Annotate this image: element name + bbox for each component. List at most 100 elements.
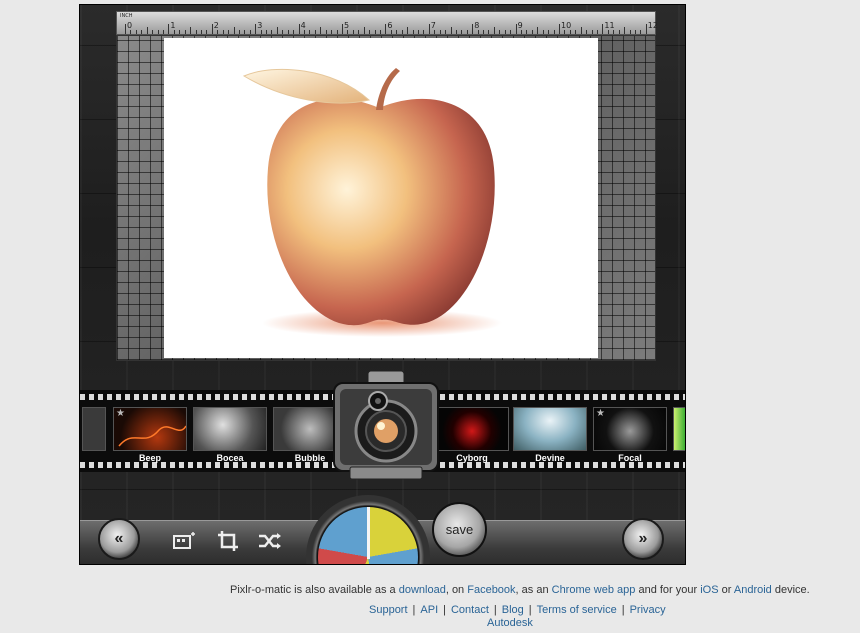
ruler-tick — [195, 30, 197, 34]
autodesk-link[interactable]: Autodesk — [487, 617, 533, 629]
filter-label-bocea: Bocea — [216, 453, 244, 463]
ruler-tick — [336, 30, 338, 34]
ruler-tick — [173, 30, 175, 34]
privacy-link[interactable]: Privacy — [630, 604, 666, 616]
crop-icon[interactable] — [216, 530, 242, 552]
ruler-tick — [217, 30, 219, 34]
filter-label-focal: Focal — [618, 453, 642, 463]
support-link[interactable]: Support — [369, 604, 408, 616]
ruler-tick — [369, 30, 371, 34]
ruler-tick — [347, 30, 349, 34]
shuffle-icon[interactable] — [257, 530, 283, 552]
ruler-tick — [162, 30, 164, 34]
ruler-tick — [385, 24, 387, 34]
ruler-tick — [238, 30, 240, 34]
ruler-tick — [515, 24, 517, 34]
ruler-tick — [331, 30, 333, 34]
ios-link[interactable]: iOS — [700, 584, 718, 596]
ruler-number: 3 — [257, 21, 263, 30]
ruler-tick — [146, 27, 148, 34]
ruler-tick — [266, 30, 268, 34]
ruler-tick — [401, 30, 403, 34]
filter-thumb-bocea[interactable] — [193, 407, 267, 451]
ruler-tick — [618, 30, 620, 34]
dial-needle — [367, 507, 370, 559]
ruler-number: 12 — [647, 21, 658, 30]
separator: | — [493, 604, 497, 616]
ruler-tick — [255, 24, 257, 34]
filter-thumb-cyborg[interactable] — [435, 407, 509, 451]
star-icon: ★ — [596, 408, 605, 419]
filter-label-cyborg: Cyborg — [456, 453, 488, 463]
ruler-tick — [504, 30, 506, 34]
ruler-tick — [412, 30, 414, 34]
frame-icon[interactable] — [171, 530, 197, 552]
ruler-tick — [537, 27, 539, 34]
blog-link[interactable]: Blog — [502, 604, 524, 616]
separator: | — [528, 604, 532, 616]
ruler-tick — [309, 30, 311, 34]
ruler-tick — [434, 30, 436, 34]
ruler-tick — [276, 27, 278, 34]
facebook-link[interactable]: Facebook — [467, 584, 515, 596]
double-chevron-right-icon: » — [638, 530, 648, 547]
ruler-tick — [569, 30, 571, 34]
save-button[interactable]: save — [432, 502, 487, 557]
ruler-tick — [607, 30, 609, 34]
double-chevron-left-icon: « — [114, 530, 124, 547]
availability-text: Pixlr-o-matic is also available as a dow… — [230, 584, 810, 596]
ruler-number: 7 — [430, 21, 436, 30]
pixlr-o-matic-app: INCH 0 1 2 3 4 5 6 7 8 9 10 11 12 ★ Beep… — [79, 4, 686, 565]
availability-text-mid2: , as an — [515, 584, 552, 596]
ruler-tick — [314, 30, 316, 34]
ruler-number: 5 — [344, 21, 350, 30]
ruler-tick — [249, 30, 251, 34]
ruler-tick — [477, 30, 479, 34]
filter-thumb-focal[interactable]: ★ — [593, 407, 667, 451]
android-link[interactable]: Android — [734, 584, 772, 596]
ruler-tick — [602, 24, 604, 34]
filter-thumb-beep[interactable]: ★ — [113, 407, 187, 451]
filter-thumb-devine[interactable] — [513, 407, 587, 451]
ruler-tick — [548, 30, 550, 34]
ruler-tick — [206, 30, 208, 34]
terms-of-service-link[interactable]: Terms of service — [537, 604, 617, 616]
ruler-number: 2 — [213, 21, 219, 30]
api-link[interactable]: API — [420, 604, 438, 616]
ruler-tick — [363, 27, 365, 34]
camera-icon[interactable] — [330, 369, 442, 482]
ruler-tick — [461, 30, 463, 34]
ruler-tick — [168, 24, 170, 34]
ruler-tick — [293, 30, 295, 34]
next-button[interactable]: » — [622, 518, 664, 560]
ruler-tick — [260, 30, 262, 34]
contact-link[interactable]: Contact — [451, 604, 489, 616]
ruler-tick — [580, 27, 582, 34]
availability-suffix: device. — [771, 584, 810, 596]
ruler-tick — [445, 30, 447, 34]
ruler-tick — [190, 27, 192, 34]
ruler-tick — [439, 30, 441, 34]
ruler-tick — [271, 30, 273, 34]
ruler-number: 11 — [604, 21, 615, 30]
ruler-tick — [596, 30, 598, 34]
filter-thumb-blank[interactable] — [82, 407, 106, 451]
ruler-number: 6 — [387, 21, 393, 30]
ruler-number: 9 — [517, 21, 523, 30]
chrome-web-app-link[interactable]: Chrome web app — [552, 584, 636, 596]
footer-links: Support | API | Contact | Blog | Terms of servic… — [369, 604, 666, 616]
autodesk-line: Autodesk — [487, 617, 533, 629]
ruler-number: 4 — [300, 21, 306, 30]
prev-button[interactable]: « — [98, 518, 140, 560]
download-link[interactable]: download — [399, 584, 446, 596]
ruler-tick — [466, 30, 468, 34]
filter-thumb-green[interactable] — [673, 407, 685, 451]
ruler-tick — [141, 30, 143, 34]
ruler-unit: INCH — [120, 13, 133, 19]
ruler-tick — [564, 30, 566, 34]
ruler-tick — [304, 30, 306, 34]
ruler-tick — [559, 24, 560, 34]
apple-image — [242, 68, 502, 337]
ruler-tick — [152, 30, 154, 34]
ruler-number: 0 — [127, 21, 133, 30]
